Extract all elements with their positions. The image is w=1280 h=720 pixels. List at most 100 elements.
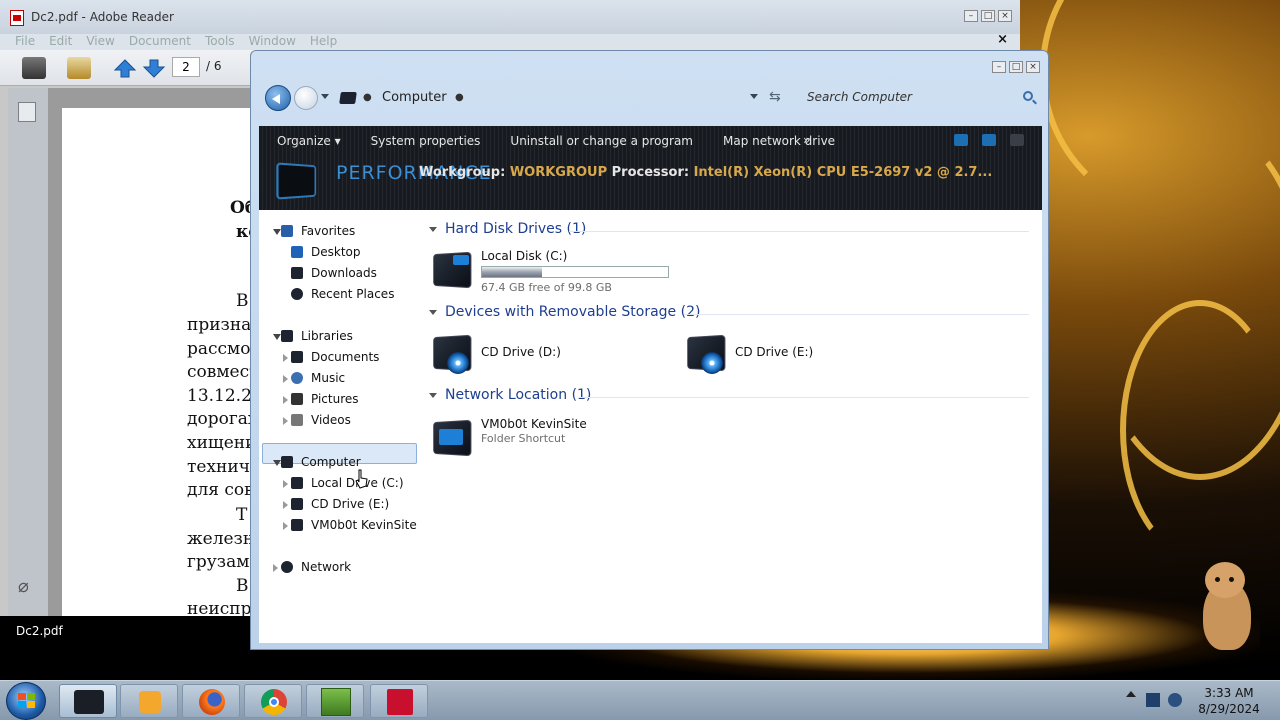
- page-number-input[interactable]: 2: [172, 57, 200, 77]
- minimize-button[interactable]: –: [964, 10, 978, 22]
- group-header-hdd[interactable]: Hard Disk Drives (1): [429, 221, 586, 237]
- explorer-content: Organize ▾ System properties Uninstall o…: [259, 126, 1042, 643]
- processor-value: Intel(R) Xeon(R) CPU E5-2697 v2 @ 2.7...: [693, 165, 993, 180]
- drive-cd-e[interactable]: CD Drive (E:): [683, 330, 903, 380]
- search-box[interactable]: Search Computer: [799, 85, 1039, 111]
- computer-icon: [74, 690, 104, 714]
- search-input[interactable]: Search Computer: [807, 90, 912, 104]
- collapse-icon[interactable]: [429, 226, 437, 232]
- processor-label: Processor:: [611, 165, 690, 180]
- explorer-window: – □ × ● Computer ● ⇆ Search Computer Org…: [250, 50, 1049, 650]
- disk-usage-bar: [481, 266, 669, 278]
- network-icon: [281, 561, 293, 573]
- close-document-button[interactable]: ×: [997, 32, 1008, 47]
- search-icon[interactable]: [1023, 91, 1033, 101]
- computer-icon: [276, 162, 317, 200]
- taskbar-media-player[interactable]: [120, 684, 178, 718]
- collapse-icon[interactable]: [429, 309, 437, 315]
- organize-button[interactable]: Organize ▾: [277, 134, 341, 148]
- map-network-drive-button[interactable]: Map network drive: [723, 134, 835, 148]
- downloads-icon: [291, 267, 303, 279]
- group-header-removable[interactable]: Devices with Removable Storage (2): [429, 304, 700, 320]
- taskbar-gamebox[interactable]: [306, 684, 364, 718]
- explorer-maximize-button[interactable]: □: [1009, 61, 1023, 73]
- taskbar-chrome[interactable]: [244, 684, 302, 718]
- windows-logo-icon: [18, 693, 36, 709]
- desktop-icon: [291, 246, 303, 258]
- reader-titlebar: Dc2.pdf - Adobe Reader – □ ×: [0, 0, 1020, 34]
- taskbar-adobe-reader[interactable]: [370, 684, 428, 718]
- network-icon[interactable]: [1146, 693, 1160, 707]
- group-header-network[interactable]: Network Location (1): [429, 387, 591, 403]
- breadcrumb-separator[interactable]: ●: [363, 92, 372, 103]
- volume-icon[interactable]: [1168, 693, 1182, 707]
- drive-cd-d[interactable]: CD Drive (D:): [429, 330, 649, 380]
- preview-pane-icon[interactable]: [982, 134, 996, 146]
- address-breadcrumb[interactable]: Computer: [382, 90, 447, 105]
- menu-file[interactable]: File: [15, 34, 35, 48]
- attachment-icon[interactable]: ⌀: [18, 576, 36, 597]
- chrome-icon: [261, 689, 287, 715]
- documents-icon: [291, 351, 303, 363]
- maximize-button[interactable]: □: [981, 10, 995, 22]
- doc-text: В: [236, 576, 249, 596]
- doc-text: В: [236, 291, 249, 311]
- reader-side-panel: ⌀: [8, 88, 48, 616]
- doc-text: хищени: [187, 433, 257, 453]
- taskbar-firefox[interactable]: [182, 684, 240, 718]
- start-button[interactable]: [6, 682, 46, 720]
- close-button[interactable]: ×: [998, 10, 1012, 22]
- pages-panel-icon[interactable]: [18, 102, 36, 122]
- navigation-bar: ● Computer ● ⇆ Search Computer: [261, 81, 1041, 115]
- recent-places-icon: [291, 288, 303, 300]
- menu-tools[interactable]: Tools: [205, 34, 235, 48]
- star-icon: [281, 225, 293, 237]
- reader-menubar: File Edit View Document Tools Window Hel…: [0, 32, 1020, 50]
- workgroup-label: Workgroup:: [419, 165, 506, 180]
- address-dropdown[interactable]: [750, 94, 758, 99]
- clock[interactable]: 3:33 AM 8/29/2024: [1198, 685, 1260, 717]
- cd-drive-icon: [429, 330, 475, 376]
- uninstall-program-button[interactable]: Uninstall or change a program: [510, 134, 693, 148]
- change-view-icon[interactable]: [954, 134, 968, 146]
- print-icon[interactable]: [22, 57, 46, 79]
- computer-icon: [339, 92, 357, 104]
- menu-view[interactable]: View: [86, 34, 114, 48]
- mouse-cursor-icon: [355, 469, 368, 489]
- drive-local-disk-c[interactable]: Local Disk (C:) 67.4 GB free of 99.8 GB: [429, 247, 689, 297]
- explorer-minimize-button[interactable]: –: [992, 61, 1006, 73]
- cd-drive-icon: [291, 498, 303, 510]
- more-commands-button[interactable]: »: [803, 133, 810, 147]
- network-location-vm-kevinsite[interactable]: VM0b0t KevinSite Folder Shortcut: [429, 415, 649, 465]
- collaborate-icon[interactable]: [67, 57, 91, 79]
- explorer-close-button[interactable]: ×: [1026, 61, 1040, 73]
- doc-text: для сов: [187, 480, 254, 500]
- menu-edit[interactable]: Edit: [49, 34, 72, 48]
- main-pane: Hard Disk Drives (1) Local Disk (C:) 67.…: [419, 210, 1042, 643]
- command-bar: Organize ▾ System properties Uninstall o…: [259, 126, 1042, 210]
- firefox-icon: [199, 689, 225, 715]
- network-folder-icon: [429, 415, 475, 461]
- collapse-icon[interactable]: [429, 392, 437, 398]
- workgroup-value: WORKGROUP: [509, 165, 608, 180]
- forward-button[interactable]: [294, 86, 318, 110]
- refresh-icon[interactable]: ⇆: [769, 89, 781, 105]
- reader-title: Dc2.pdf - Adobe Reader: [31, 10, 174, 24]
- menu-window[interactable]: Window: [249, 34, 296, 48]
- menu-document[interactable]: Document: [129, 34, 191, 48]
- music-icon: [291, 372, 303, 384]
- previous-page-icon[interactable]: [113, 57, 137, 79]
- back-button[interactable]: [265, 85, 291, 111]
- help-icon[interactable]: [1010, 134, 1024, 146]
- system-properties-button[interactable]: System properties: [371, 134, 481, 148]
- group-divider: [569, 231, 1029, 232]
- videos-icon: [291, 414, 303, 426]
- menu-help[interactable]: Help: [310, 34, 337, 48]
- media-player-icon: [139, 691, 161, 713]
- show-hidden-icons-button[interactable]: [1126, 691, 1136, 697]
- status-filename: Dc2.pdf: [16, 624, 63, 638]
- breadcrumb-separator[interactable]: ●: [455, 92, 464, 103]
- recent-pages-dropdown[interactable]: [321, 94, 329, 99]
- taskbar-explorer[interactable]: [59, 684, 117, 718]
- next-page-icon[interactable]: [142, 57, 166, 79]
